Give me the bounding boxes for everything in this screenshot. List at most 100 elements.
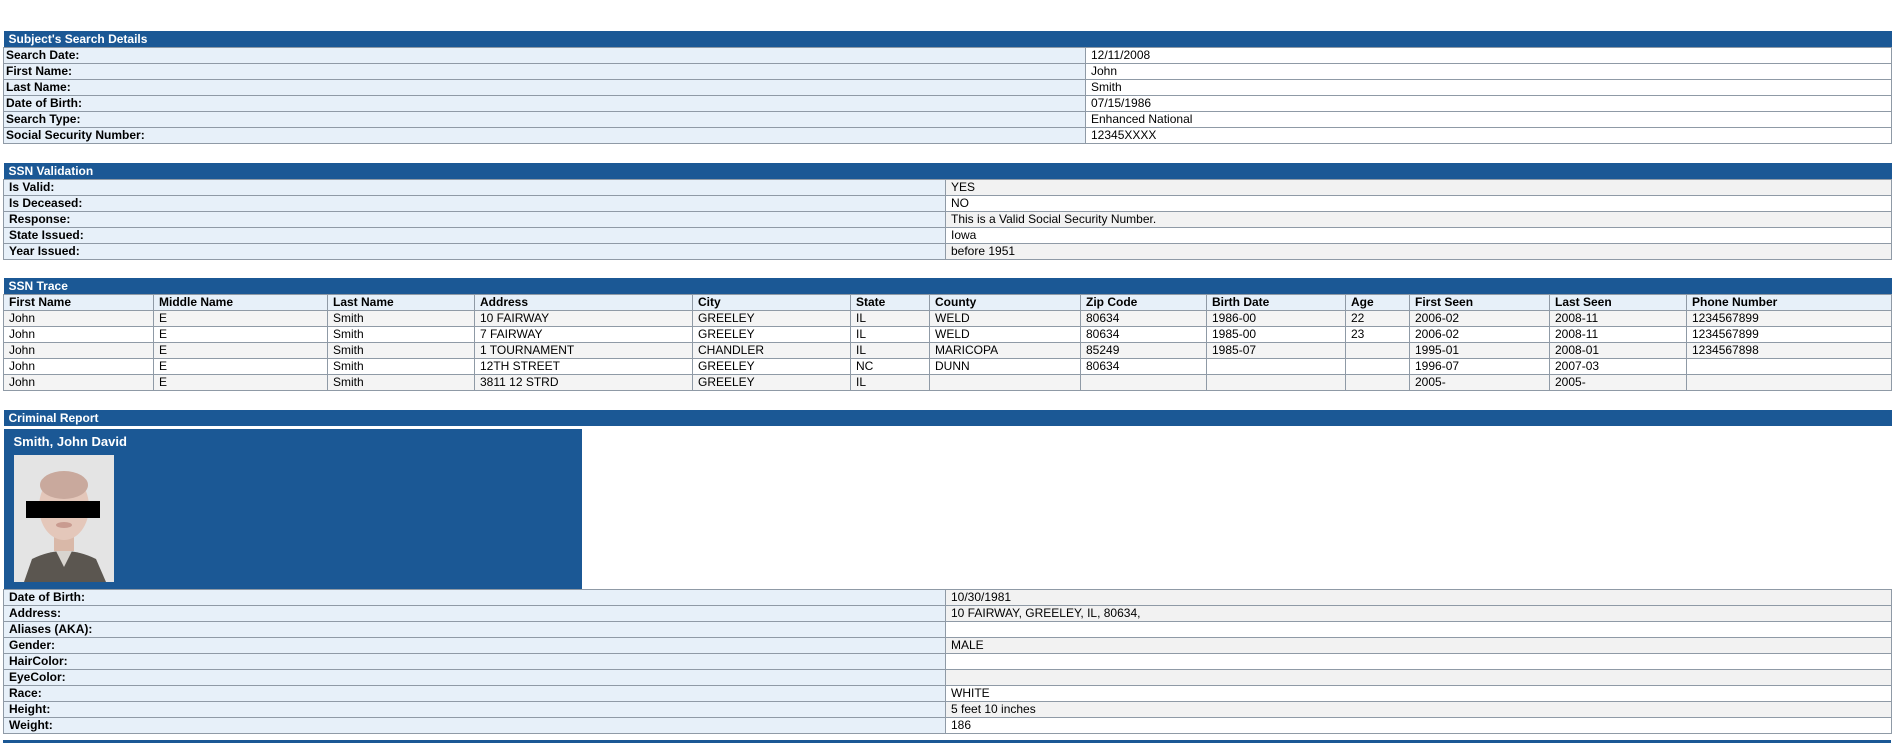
row-label: EyeColor: bbox=[3, 669, 946, 686]
row-label: Search Type: bbox=[3, 111, 1086, 128]
table-cell bbox=[1685, 374, 1892, 391]
row-value: WHITE bbox=[944, 685, 1892, 702]
table-cell: WELD bbox=[929, 310, 1081, 327]
row-value bbox=[944, 621, 1892, 638]
section-title: Criminal Report bbox=[3, 410, 1892, 426]
column-header-age: Age bbox=[1345, 294, 1410, 311]
table-cell: DUNN bbox=[929, 358, 1081, 375]
table-cell: 1234567899 bbox=[1685, 326, 1892, 343]
bottom-divider bbox=[3, 740, 1891, 743]
table-cell: 1985-07 bbox=[1206, 342, 1346, 359]
ssn-trace-table: SSN Trace First Name Middle Name Last Na… bbox=[3, 278, 1892, 391]
row-value: Iowa bbox=[945, 227, 1892, 244]
column-header-last-seen: Last Seen bbox=[1549, 294, 1687, 311]
row-label: Is Valid: bbox=[3, 179, 946, 196]
row-label: First Name: bbox=[3, 63, 1086, 80]
table-cell: GREELEY bbox=[692, 374, 851, 391]
criminal-report-section: Criminal Report Smith, John David Date o… bbox=[3, 410, 1892, 734]
table-cell: 1996-07 bbox=[1409, 358, 1550, 375]
table-cell bbox=[1345, 358, 1410, 375]
table-cell bbox=[1345, 342, 1410, 359]
table-cell: John bbox=[3, 374, 154, 391]
table-cell: E bbox=[153, 342, 328, 359]
column-header-middle-name: Middle Name bbox=[153, 294, 328, 311]
subject-name: Smith, John David bbox=[13, 434, 127, 449]
row-value: 12345XXXX bbox=[1084, 127, 1892, 144]
table-row: John E Smith 3811 12 STRD GREELEY IL 2005- 2005… bbox=[3, 374, 1892, 391]
table-cell: 80634 bbox=[1080, 326, 1207, 343]
table-cell: IL bbox=[850, 342, 930, 359]
table-cell: 2005- bbox=[1549, 374, 1687, 391]
table-cell: 2008-11 bbox=[1549, 326, 1687, 343]
row-value bbox=[944, 669, 1892, 686]
row-label: Search Date: bbox=[3, 47, 1086, 64]
table-cell: 2008-01 bbox=[1549, 342, 1687, 359]
table-cell: Smith bbox=[327, 358, 475, 375]
table-cell: GREELEY bbox=[692, 310, 851, 327]
subject-search-details-table: Subject's Search Details Search Date: 12/… bbox=[3, 31, 1892, 144]
column-header-city: City bbox=[692, 294, 851, 311]
table-cell bbox=[1206, 374, 1346, 391]
criminal-report-table: Criminal Report Smith, John David Date o… bbox=[3, 410, 1892, 734]
section-title: SSN Trace bbox=[3, 278, 1892, 295]
table-cell: GREELEY bbox=[692, 326, 851, 343]
table-cell: John bbox=[3, 326, 154, 343]
table-cell: CHANDLER bbox=[692, 342, 851, 359]
row-label: Race: bbox=[3, 685, 946, 702]
table-cell bbox=[1685, 358, 1892, 375]
row-value: 12/11/2008 bbox=[1084, 47, 1892, 64]
table-row: John E Smith 12TH STREET GREELEY NC DUNN 80634 1… bbox=[3, 358, 1892, 375]
table-cell: IL bbox=[850, 326, 930, 343]
column-header-phone-number: Phone Number bbox=[1685, 294, 1892, 311]
column-header-address: Address bbox=[474, 294, 693, 311]
table-cell: E bbox=[153, 310, 328, 327]
row-value: 07/15/1986 bbox=[1084, 95, 1892, 112]
table-cell: 2007-03 bbox=[1549, 358, 1687, 375]
row-label: Date of Birth: bbox=[3, 589, 946, 606]
row-value: before 1951 bbox=[945, 243, 1892, 260]
row-value: Enhanced National bbox=[1084, 111, 1892, 128]
table-cell: WELD bbox=[929, 326, 1081, 343]
row-value: NO bbox=[945, 195, 1892, 212]
ssn-validation-table: SSN Validation Is Valid: YES Is Deceased:… bbox=[3, 163, 1892, 260]
table-cell: 22 bbox=[1345, 310, 1410, 327]
row-value: John bbox=[1084, 63, 1892, 80]
table-cell: 1986-00 bbox=[1206, 310, 1346, 327]
mugshot-photo bbox=[13, 455, 114, 582]
row-value: 10 FAIRWAY, GREELEY, IL, 80634, bbox=[944, 605, 1892, 622]
table-cell: 1 TOURNAMENT bbox=[474, 342, 693, 359]
table-cell: 7 FAIRWAY bbox=[474, 326, 693, 343]
column-header-first-name: First Name bbox=[3, 294, 154, 311]
table-cell: Smith bbox=[327, 342, 475, 359]
table-cell: 1995-01 bbox=[1409, 342, 1550, 359]
profile-box: Smith, John David bbox=[3, 426, 582, 589]
row-value: Smith bbox=[1084, 79, 1892, 96]
column-header-last-name: Last Name bbox=[327, 294, 475, 311]
profile-panel: Smith, John David bbox=[3, 426, 1892, 590]
table-cell: John bbox=[3, 358, 154, 375]
table-cell: 23 bbox=[1345, 326, 1410, 343]
table-cell bbox=[929, 374, 1081, 391]
section-title: SSN Validation bbox=[3, 163, 1892, 180]
table-cell: 12TH STREET bbox=[474, 358, 693, 375]
table-cell: John bbox=[3, 310, 154, 327]
table-cell: E bbox=[153, 326, 328, 343]
column-header-state: State bbox=[850, 294, 930, 311]
table-cell: 1234567899 bbox=[1685, 310, 1892, 327]
table-cell: 1985-00 bbox=[1206, 326, 1346, 343]
table-cell: MARICOPA bbox=[929, 342, 1081, 359]
table-cell: 2006-02 bbox=[1409, 326, 1550, 343]
section-title: Subject's Search Details bbox=[3, 31, 1892, 48]
row-label: Address: bbox=[3, 605, 946, 622]
table-cell: Smith bbox=[327, 374, 475, 391]
table-cell bbox=[1080, 374, 1207, 391]
table-cell: 2006-02 bbox=[1409, 310, 1550, 327]
table-cell: Smith bbox=[327, 310, 475, 327]
row-label: Height: bbox=[3, 701, 946, 718]
ssn-trace-section: SSN Trace First Name Middle Name Last Na… bbox=[3, 278, 1892, 391]
row-value: This is a Valid Social Security Number. bbox=[945, 211, 1892, 228]
column-header-first-seen: First Seen bbox=[1409, 294, 1550, 311]
table-row: John E Smith 10 FAIRWAY GREELEY IL WELD 80634 19… bbox=[3, 310, 1892, 327]
table-cell: John bbox=[3, 342, 154, 359]
row-label: State Issued: bbox=[3, 227, 946, 244]
